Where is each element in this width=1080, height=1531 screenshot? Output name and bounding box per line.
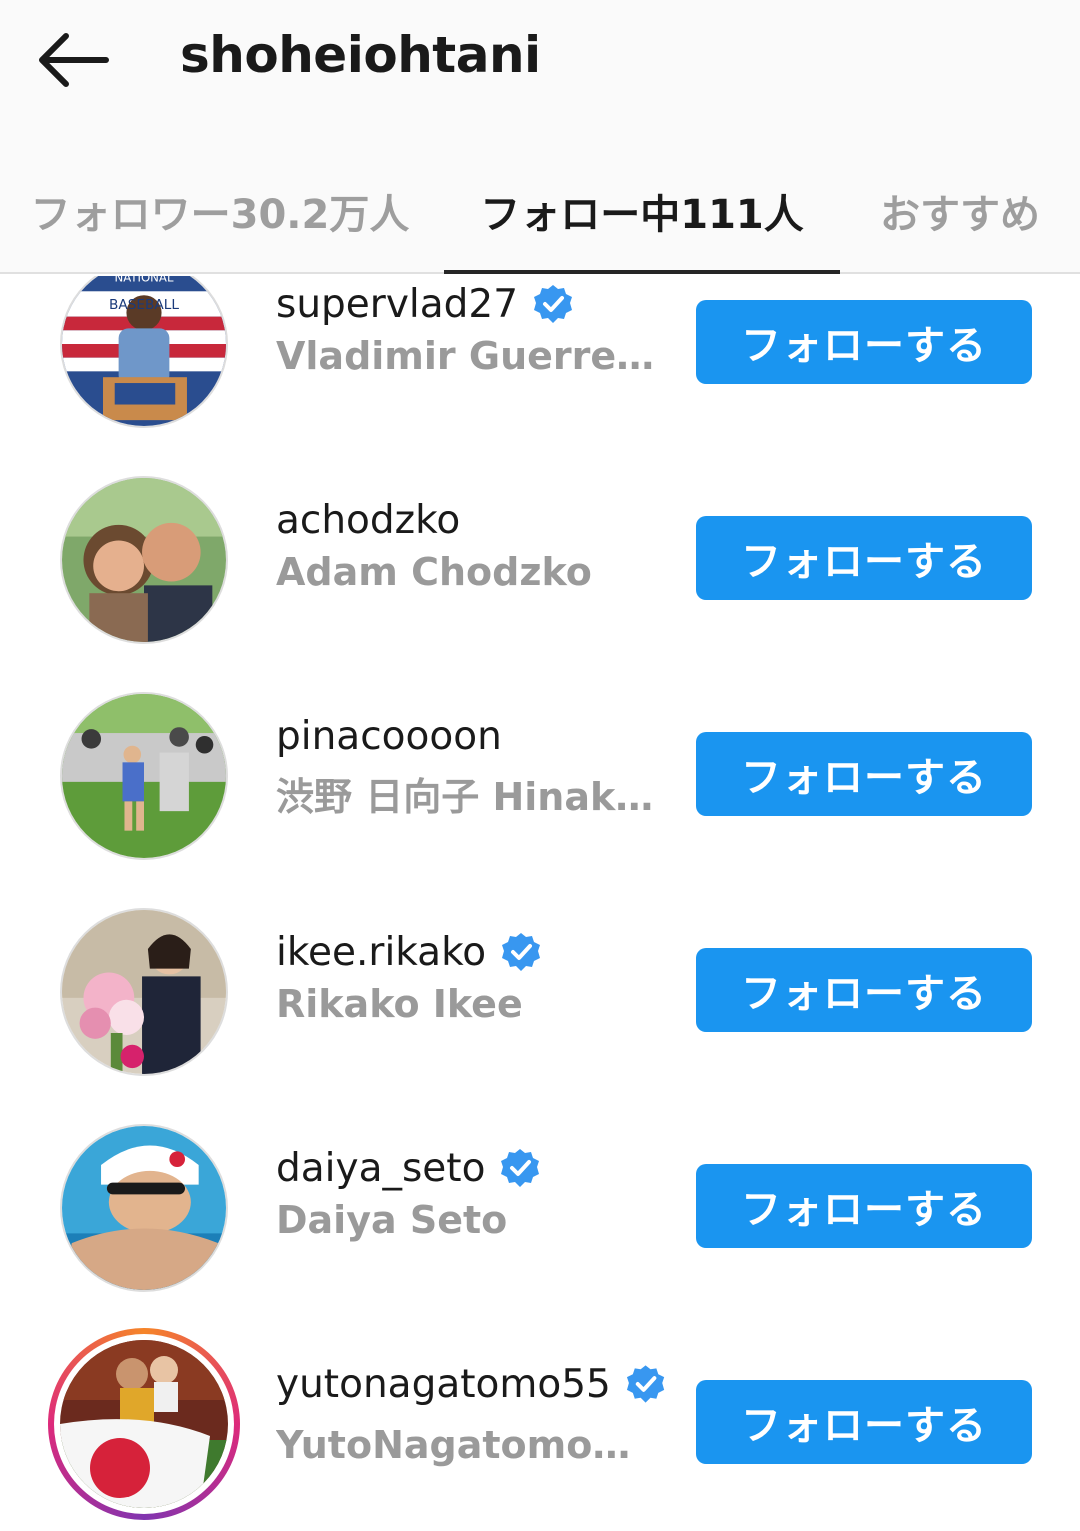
active-tab-indicator bbox=[444, 270, 840, 274]
full-name: 渋野 日向子 Hinak… bbox=[276, 775, 654, 819]
list-item[interactable]: pinacoooon 渋野 日向子 Hinak… フォローする bbox=[0, 692, 1080, 908]
list-item[interactable]: daiya_seto Daiya Seto フォローする bbox=[0, 1124, 1080, 1340]
list-item[interactable]: yutonagatomo55 YutoNagatomo … フォローする bbox=[0, 1328, 1080, 1531]
verified-badge-icon bbox=[502, 933, 541, 971]
username[interactable]: achodzko bbox=[276, 498, 460, 543]
username[interactable]: supervlad27 bbox=[276, 282, 518, 327]
hall-of-fame-speaker-photo: NATIONAL BASEBALL bbox=[62, 276, 226, 426]
follow-button[interactable]: フォローする bbox=[696, 948, 1032, 1032]
username[interactable]: ikee.rikako bbox=[276, 930, 486, 975]
full-name: Adam Chodzko bbox=[276, 550, 592, 594]
user-info: ikee.rikako Rikako Ikee bbox=[276, 924, 666, 1026]
golfer-crowd-photo bbox=[62, 694, 226, 858]
username[interactable]: daiya_seto bbox=[276, 1146, 485, 1191]
verified-badge-icon bbox=[626, 1365, 665, 1403]
verified-badge-icon bbox=[501, 1149, 540, 1187]
list-item[interactable]: achodzko Adam Chodzko フォローする bbox=[0, 476, 1080, 692]
avatar[interactable] bbox=[60, 476, 228, 644]
tab-following[interactable]: フォロー中111人 bbox=[444, 150, 840, 272]
follow-button[interactable]: フォローする bbox=[696, 300, 1032, 384]
avatar[interactable] bbox=[60, 908, 228, 1076]
avatar[interactable] bbox=[60, 1340, 228, 1508]
user-info: supervlad27 Vladimir Guerrero bbox=[276, 276, 666, 379]
username[interactable]: yutonagatomo55 bbox=[276, 1362, 611, 1407]
full-name: YutoNagatomo … bbox=[276, 1423, 656, 1467]
user-info: pinacoooon 渋野 日向子 Hinak… bbox=[276, 708, 666, 821]
user-info: daiya_seto Daiya Seto bbox=[276, 1140, 666, 1242]
user-info: achodzko Adam Chodzko bbox=[276, 492, 666, 595]
username[interactable]: pinacoooon bbox=[276, 714, 502, 759]
avatar[interactable] bbox=[60, 1124, 228, 1292]
swimmer-photo bbox=[62, 1126, 226, 1290]
page-title: shoheiohtani bbox=[180, 26, 541, 84]
follow-button[interactable]: フォローする bbox=[696, 1164, 1032, 1248]
couple-selfie-photo bbox=[62, 478, 226, 642]
tab-suggested[interactable]: おすすめ bbox=[860, 150, 1060, 272]
full-name: Vladimir Guerrero bbox=[276, 334, 656, 378]
flower-bouquet-photo bbox=[62, 910, 226, 1074]
avatar[interactable] bbox=[60, 692, 228, 860]
follow-button[interactable]: フォローする bbox=[696, 732, 1032, 816]
tab-followers[interactable]: フォロワー30.2万人 bbox=[20, 150, 420, 272]
soccer-flag-photo bbox=[60, 1340, 228, 1508]
svg-text:NATIONAL: NATIONAL bbox=[115, 276, 174, 285]
following-list[interactable]: NATIONAL BASEBALL supervlad27 Vladimir G… bbox=[0, 276, 1080, 1531]
verified-badge-icon bbox=[534, 285, 573, 323]
follow-button[interactable]: フォローする bbox=[696, 516, 1032, 600]
back-button[interactable] bbox=[28, 22, 116, 98]
full-name: Daiya Seto bbox=[276, 1198, 508, 1242]
top-bar: shoheiohtani フォロワー30.2万人 フォロー中111人 おすすめ bbox=[0, 0, 1080, 274]
full-name: Rikako Ikee bbox=[276, 982, 523, 1026]
arrow-left-icon bbox=[39, 33, 109, 87]
tab-bar: フォロワー30.2万人 フォロー中111人 おすすめ bbox=[0, 150, 1080, 272]
user-info: yutonagatomo55 YutoNagatomo … bbox=[276, 1356, 666, 1469]
follow-button[interactable]: フォローする bbox=[696, 1380, 1032, 1464]
list-item[interactable]: ikee.rikako Rikako Ikee フォローする bbox=[0, 908, 1080, 1124]
avatar[interactable]: NATIONAL BASEBALL bbox=[60, 276, 228, 428]
svg-text:BASEBALL: BASEBALL bbox=[109, 297, 179, 313]
following-screen: shoheiohtani フォロワー30.2万人 フォロー中111人 おすすめ bbox=[0, 0, 1080, 1531]
list-item[interactable]: NATIONAL BASEBALL supervlad27 Vladimir G… bbox=[0, 276, 1080, 476]
